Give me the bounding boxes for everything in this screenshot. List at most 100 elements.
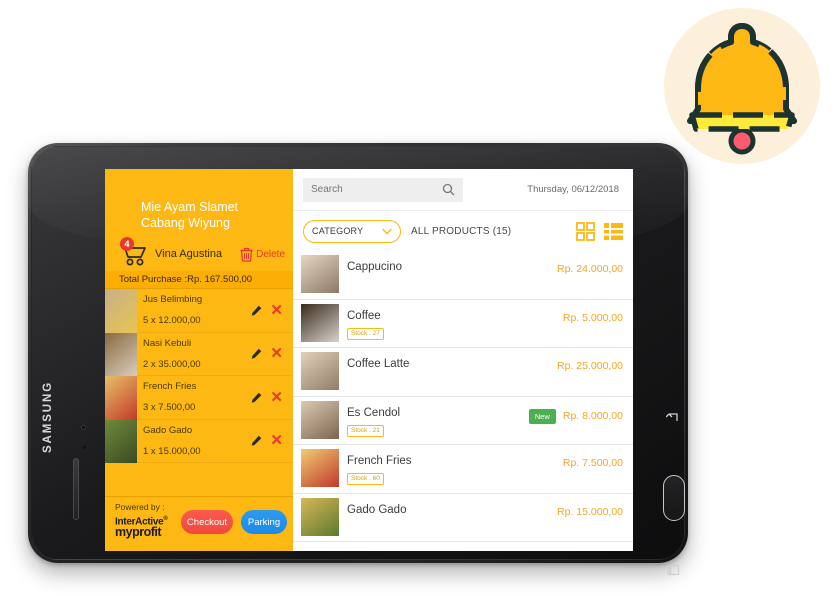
cashier-name: Vina Agustina	[155, 248, 223, 260]
product-price: Rp. 15.000,00	[557, 505, 623, 518]
product-thumbnail	[301, 400, 339, 439]
delete-cart-button[interactable]: Delete	[240, 247, 285, 262]
product-thumbnail	[301, 255, 339, 293]
remove-item-icon[interactable]: ✕	[270, 390, 283, 405]
store-name: Mie Ayam Slamet Cabang Wiyung	[141, 200, 239, 230]
cart-item[interactable]: French Fries 3 x 7.500,00 ✕	[105, 376, 293, 420]
product-row[interactable]: Cappucino Rp. 24.000,00	[293, 251, 633, 300]
cart-item-qty: 5 x 12.000,00	[143, 315, 201, 326]
delete-label: Delete	[256, 248, 285, 260]
samsung-brand-logo: SAMSUNG	[42, 380, 54, 454]
powered-by-bar: Powered by : InterActive® myprofit Check…	[105, 496, 293, 551]
product-row[interactable]: Es Cendol Stock : 21 New Rp. 8.000,00	[293, 397, 633, 445]
product-thumbnail	[301, 303, 339, 342]
cart-sidebar: Mie Ayam Slamet Cabang Wiyung 4 Vina Agu…	[105, 169, 293, 551]
cart-item-qty: 3 x 7.500,00	[143, 402, 196, 413]
filter-bar: CATEGORY ALL PRODUCTS (15)	[293, 211, 633, 251]
product-thumbnail	[301, 449, 339, 487]
shopping-cart-icon[interactable]: 4	[119, 237, 149, 267]
product-right: Rp. 25.000,00	[557, 348, 623, 372]
product-right: Rp. 5.000,00	[563, 300, 623, 324]
cart-items-list: Jus Belimbing 5 x 12.000,00 ✕ Nasi Kebuli 2 …	[105, 289, 293, 496]
back-icon[interactable]	[665, 410, 680, 427]
product-thumbnail	[301, 352, 339, 390]
product-row[interactable]: French Fries Stock : 60 Rp. 7.500,00	[293, 445, 633, 494]
notification-bell-decoration	[664, 8, 820, 164]
cart-item-text: Jus Belimbing 5 x 12.000,00	[137, 289, 251, 332]
edit-pencil-icon[interactable]	[251, 305, 262, 316]
product-row[interactable]: Coffee Stock : 27 Rp. 5.000,00	[293, 300, 633, 348]
category-label: CATEGORY	[312, 226, 364, 236]
remove-item-icon[interactable]: ✕	[270, 433, 283, 448]
product-price: Rp. 24.000,00	[557, 263, 623, 275]
notification-bell-icon	[687, 23, 797, 155]
new-badge: New	[528, 408, 556, 424]
product-row[interactable]: Gado Gado Rp. 15.000,00	[293, 494, 633, 542]
cart-item-name: Nasi Kebuli	[143, 337, 192, 349]
remove-item-icon[interactable]: ✕	[270, 303, 283, 318]
cart-item-thumbnail	[105, 419, 137, 463]
cart-item-thumbnail	[105, 332, 137, 376]
product-right: Rp. 24.000,00	[557, 251, 623, 275]
product-name: Cappucino	[347, 261, 402, 273]
cart-item-name: Gado Gado	[143, 424, 193, 436]
product-right: New Rp. 8.000,00	[528, 397, 623, 424]
category-dropdown[interactable]: CATEGORY	[303, 219, 401, 243]
product-price: Rp. 5.000,00	[562, 311, 623, 324]
home-button[interactable]	[663, 475, 685, 521]
all-products-label: ALL PRODUCTS (15)	[411, 225, 512, 237]
cart-item-text: Gado Gado 1 x 15.000,00	[137, 420, 251, 463]
product-stock-badge: Stock : 21	[347, 424, 384, 437]
edit-pencil-icon[interactable]	[251, 348, 262, 359]
trash-icon	[240, 247, 253, 262]
current-date-label: Thursday, 06/12/2018	[527, 184, 619, 195]
cart-item-name: French Fries	[143, 381, 197, 392]
top-bar: Thursday, 06/12/2018	[293, 169, 633, 211]
product-stock-badge: Stock : 27	[347, 327, 384, 340]
cart-item-name: Jus Belimbing	[143, 294, 203, 305]
product-info: Gado Gado	[347, 494, 557, 516]
product-name: Gado Gado	[347, 503, 407, 516]
product-row[interactable]: Coffee Latte Rp. 25.000,00	[293, 348, 633, 397]
list-view-icon[interactable]	[604, 222, 623, 241]
parking-button[interactable]: Parking	[241, 510, 287, 534]
cart-item[interactable]: Nasi Kebuli 2 x 35.000,00 ✕	[105, 332, 293, 376]
cart-item-actions: ✕	[251, 303, 293, 318]
search-input[interactable]	[311, 184, 441, 195]
product-name: Es Cendol	[347, 406, 401, 419]
search-box[interactable]	[303, 177, 463, 202]
cart-item-thumbnail	[105, 376, 137, 420]
cart-item-thumbnail	[105, 289, 137, 333]
recents-icon[interactable]	[667, 564, 680, 582]
cart-item[interactable]: Gado Gado 1 x 15.000,00 ✕	[105, 419, 293, 463]
cart-badge-count: 4	[120, 237, 134, 251]
cart-item-actions: ✕	[251, 346, 293, 361]
product-info: Es Cendol Stock : 21	[347, 397, 529, 437]
cart-item-actions: ✕	[251, 433, 293, 448]
product-info: Cappucino	[347, 251, 557, 273]
search-icon[interactable]	[442, 183, 455, 196]
product-stock-badge: Stock : 60	[347, 473, 384, 485]
checkout-button[interactable]: Checkout	[181, 510, 233, 534]
tablet-screen: Mie Ayam Slamet Cabang Wiyung 4 Vina Agu…	[105, 169, 633, 551]
product-info: Coffee Stock : 27	[347, 300, 563, 340]
cart-item-actions: ✕	[251, 390, 293, 405]
product-thumbnail	[301, 497, 339, 536]
cart-item[interactable]: Jus Belimbing 5 x 12.000,00 ✕	[105, 289, 293, 333]
product-list: Cappucino Rp. 24.000,00 Coffee Stock : 27 Rp…	[293, 251, 633, 551]
proximity-sensor-icon	[83, 446, 86, 449]
edit-pencil-icon[interactable]	[251, 392, 262, 403]
cart-item-qty: 1 x 15.000,00	[143, 445, 201, 457]
grid-view-icon[interactable]	[576, 221, 595, 241]
product-price: Rp. 25.000,00	[557, 360, 623, 372]
product-price: Rp. 7.500,00	[562, 457, 623, 469]
product-info: French Fries Stock : 60	[347, 445, 563, 485]
edit-pencil-icon[interactable]	[251, 435, 262, 446]
product-name: Coffee	[347, 309, 381, 322]
front-camera-icon	[81, 425, 86, 430]
cart-toolbar: 4 Vina Agustina Delete	[105, 231, 293, 271]
product-name: Coffee Latte	[347, 358, 410, 370]
remove-item-icon[interactable]: ✕	[270, 346, 283, 361]
product-info: Coffee Latte	[347, 348, 557, 370]
view-toggle-group	[576, 221, 623, 241]
